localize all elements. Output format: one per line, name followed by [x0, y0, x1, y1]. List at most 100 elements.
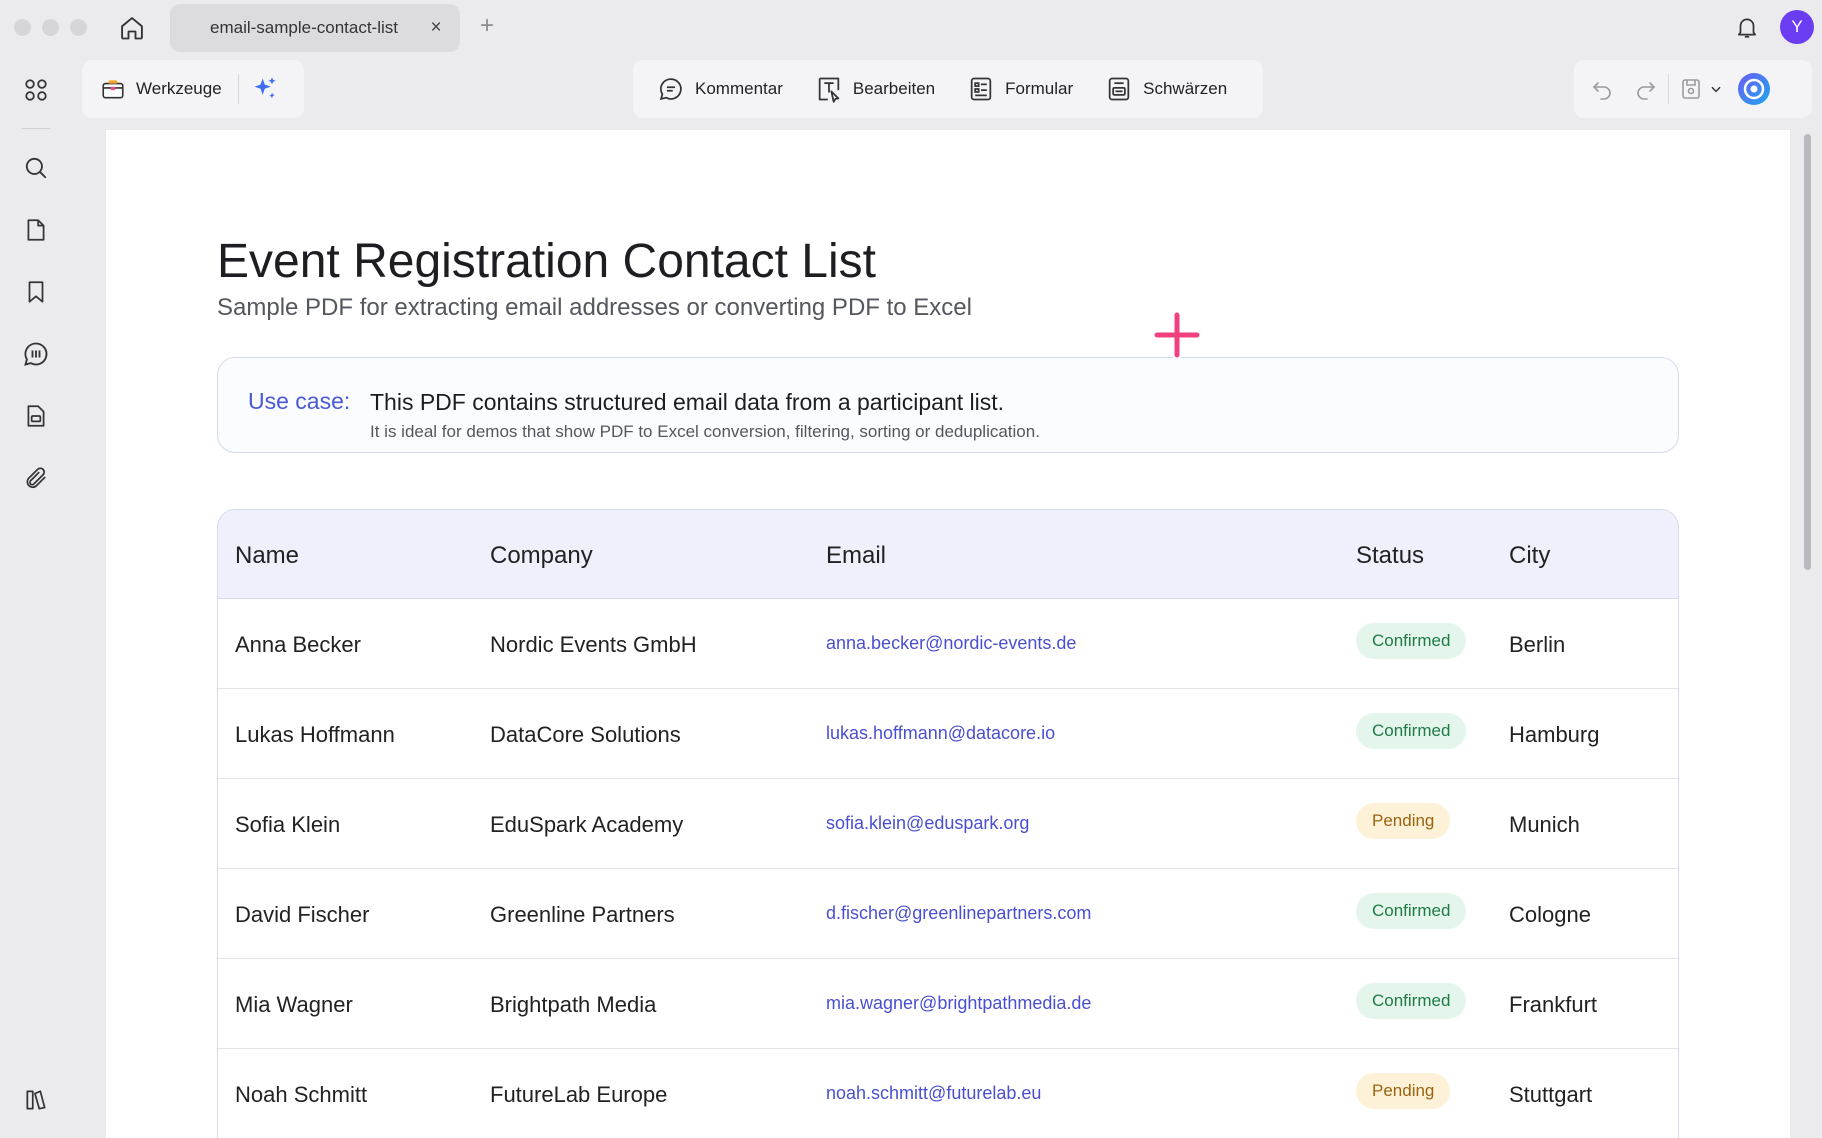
tab-title: email-sample-contact-list	[210, 18, 398, 37]
cell-email-link[interactable]: sofia.klein@eduspark.org	[826, 813, 1029, 834]
sidebar-toggle-button[interactable]	[18, 1082, 54, 1118]
table-row: Anna Becker Nordic Events GmbH anna.beck…	[218, 599, 1678, 689]
cell-email-link[interactable]: mia.wagner@brightpathmedia.de	[826, 993, 1091, 1014]
cell-name: David Fischer	[235, 902, 370, 927]
column-header-email: Email	[826, 542, 887, 569]
cell-company: EduSpark Academy	[490, 812, 684, 837]
cell-company: DataCore Solutions	[490, 722, 681, 747]
cell-city: Berlin	[1509, 632, 1566, 657]
use-case-label: Use case:	[248, 388, 351, 414]
cell-city: Munich	[1509, 812, 1580, 837]
home-button[interactable]	[116, 12, 148, 44]
cell-city: Cologne	[1509, 902, 1591, 927]
cell-email-link[interactable]: lukas.hoffmann@datacore.io	[826, 723, 1055, 744]
bell-icon	[1738, 18, 1756, 38]
mode-toolbar: Kommentar Bearbeiten Formular Schwärzen	[633, 60, 1263, 118]
cell-name: Sofia Klein	[235, 812, 341, 837]
apps-button[interactable]	[18, 72, 54, 108]
cell-email-link[interactable]: noah.schmitt@futurelab.eu	[826, 1083, 1041, 1104]
cell-city: Stuttgart	[1509, 1082, 1593, 1107]
edit-label: Bearbeiten	[852, 79, 936, 98]
status-badge: Pending	[1356, 803, 1451, 839]
status-badge: Confirmed	[1356, 623, 1467, 659]
save-icon	[1682, 79, 1700, 99]
window-minimize-button[interactable]	[42, 19, 59, 36]
bookmark-icon	[28, 281, 44, 303]
sidebar-item-document[interactable]	[18, 398, 54, 434]
tools-group: Werkzeuge	[82, 60, 304, 118]
page-subtitle: Sample PDF for extracting email addresse…	[217, 294, 972, 321]
scrollbar-thumb[interactable]	[1804, 134, 1811, 570]
ai-assistant-icon	[1738, 73, 1770, 105]
sidebar-item-bookmarks[interactable]	[18, 274, 54, 310]
comment-mode-button[interactable]: Kommentar	[641, 67, 799, 111]
ai-sparkle-icon	[254, 77, 276, 99]
column-header-company: Company	[490, 542, 593, 569]
column-header-name: Name	[235, 542, 300, 569]
table-row: Sofia Klein EduSpark Academy sofia.klein…	[218, 779, 1678, 869]
cell-name: Lukas Hoffmann	[235, 722, 395, 747]
title-bar: email-sample-contact-list × + Y	[0, 0, 1822, 54]
cell-company: Nordic Events GmbH	[490, 632, 697, 657]
comments-icon	[24, 342, 48, 366]
sidebar-item-attachments[interactable]	[18, 460, 54, 496]
ai-tools-button[interactable]	[239, 67, 291, 111]
sidebar-item-comments[interactable]	[18, 336, 54, 372]
cell-company: FutureLab Europe	[490, 1082, 668, 1107]
form-mode-button[interactable]: Formular	[951, 67, 1089, 111]
cell-email-link[interactable]: anna.becker@nordic-events.de	[826, 633, 1076, 654]
close-icon[interactable]: ×	[424, 16, 448, 40]
avatar[interactable]: Y	[1780, 10, 1814, 44]
home-icon	[121, 17, 143, 40]
ai-assistant-button[interactable]	[1731, 67, 1777, 111]
use-case-box: Use case: This PDF contains structured e…	[217, 357, 1679, 453]
table-row: Lukas Hoffmann DataCore Solutions lukas.…	[218, 689, 1678, 779]
contact-table: Name Company Email Status City Anna Beck…	[217, 509, 1679, 1138]
comment-label: Kommentar	[695, 79, 783, 98]
notifications-button[interactable]	[1730, 10, 1764, 44]
undo-button[interactable]	[1580, 67, 1624, 111]
redact-mode-button[interactable]: Schwärzen	[1089, 67, 1243, 111]
sidebar-divider	[22, 128, 50, 129]
tools-label: Werkzeuge	[136, 79, 222, 98]
use-case-text: This PDF contains structured email data …	[370, 389, 1005, 415]
undo-icon	[1592, 82, 1611, 100]
vertical-scrollbar[interactable]	[1800, 130, 1814, 1130]
status-badge: Confirmed	[1356, 983, 1467, 1019]
edit-mode-button[interactable]: Bearbeiten	[799, 67, 951, 111]
table-row: David Fischer Greenline Partners d.fisch…	[218, 869, 1678, 959]
form-icon	[970, 77, 992, 101]
status-badge: Confirmed	[1356, 713, 1467, 749]
new-tab-button[interactable]: +	[474, 12, 500, 40]
left-sidebar	[0, 54, 72, 1138]
use-case-note: It is ideal for demos that show PDF to E…	[370, 422, 1040, 441]
table-row: Noah Schmitt FutureLab Europe noah.schmi…	[218, 1049, 1678, 1138]
redo-icon	[1637, 82, 1656, 100]
toolbox-icon	[102, 80, 124, 99]
column-header-city: City	[1509, 542, 1551, 569]
cell-city: Frankfurt	[1509, 992, 1598, 1017]
table-header: Name Company Email Status City	[218, 510, 1678, 599]
cell-name: Anna Becker	[235, 632, 361, 657]
redact-icon	[1108, 77, 1130, 101]
document-tab[interactable]: email-sample-contact-list ×	[170, 4, 460, 52]
document-icon	[27, 405, 45, 427]
cell-email-link[interactable]: d.fischer@greenlinepartners.com	[826, 903, 1091, 924]
save-options-button[interactable]	[1707, 67, 1731, 111]
sidebar-item-pages[interactable]	[18, 212, 54, 248]
history-toolbar	[1574, 60, 1812, 118]
save-button[interactable]	[1669, 67, 1707, 111]
redact-label: Schwärzen	[1143, 79, 1228, 98]
window-close-button[interactable]	[14, 19, 31, 36]
tools-button[interactable]: Werkzeuge	[82, 67, 238, 111]
chevron-down-icon	[1711, 86, 1721, 93]
sidebar-item-search[interactable]	[18, 150, 54, 186]
cell-company: Greenline Partners	[490, 902, 675, 927]
column-header-status: Status	[1356, 542, 1425, 569]
crosshair-cursor-icon	[1154, 312, 1200, 358]
attachment-icon	[26, 467, 46, 489]
page-title: Event Registration Contact List	[217, 235, 876, 288]
window-zoom-button[interactable]	[70, 19, 87, 36]
cell-company: Brightpath Media	[490, 992, 657, 1017]
redo-button[interactable]	[1624, 67, 1668, 111]
